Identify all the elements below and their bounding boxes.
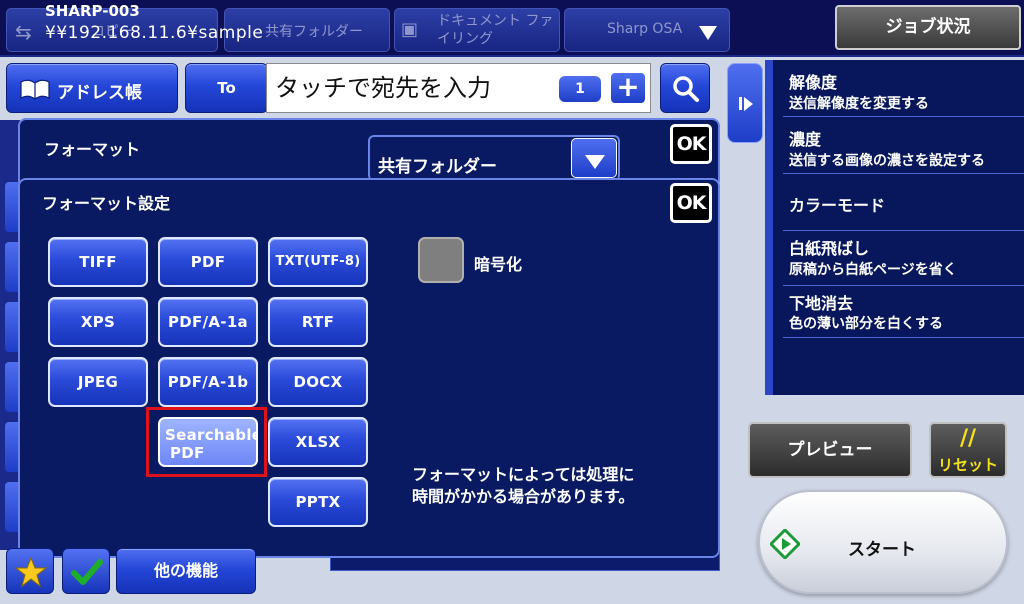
side-item-subtitle: 色の薄い部分を白くする [789,316,943,332]
job-status-button[interactable]: ジョブ状況 [835,5,1021,50]
format-dialog-title: フォーマット [44,140,141,159]
format-tiff-button[interactable]: TIFF [48,237,148,287]
book-icon [20,79,50,100]
search-icon [673,76,699,102]
side-item-title: 白紙飛ばし [789,239,870,258]
checkmark-icon [71,559,103,585]
format-pdfa1a-button[interactable]: PDF/A-1a [158,297,258,347]
format-settings-ok-button[interactable]: OK [670,183,712,223]
background-button [5,182,19,232]
search-button[interactable] [660,63,710,113]
favorites-button[interactable] [6,548,54,594]
tab-sharp-osa-label: Sharp OSA [607,21,683,37]
side-item-color-mode[interactable]: カラーモード [783,174,1024,231]
copy-icon: ⇆ [15,20,32,44]
encrypt-label: 暗号化 [474,255,523,274]
reset-icon: // [959,426,977,451]
side-item-background-removal[interactable]: 下地消去 色の薄い部分を白くする [783,286,1024,338]
reset-button[interactable]: // リセット [929,422,1007,478]
start-label: スタート [848,540,916,560]
background-button [5,422,19,472]
processing-note-line1: フォーマットによっては処理に [412,465,635,484]
format-settings-title: フォーマット設定 [42,194,171,213]
side-item-blank-skip[interactable]: 白紙飛ばし 原稿から白紙ページを省く [783,231,1024,286]
side-item-title: 解像度 [789,73,838,92]
format-txt-button[interactable]: TXT(UTF-8) [268,237,368,287]
format-jpeg-button[interactable]: JPEG [48,357,148,407]
side-item-resolution[interactable]: 解像度 送信解像度を変更する [783,60,1024,117]
tab-document-filing[interactable]: ▣ ドキュメント ファイリング [394,8,560,52]
tab-document-filing-label: ドキュメント ファイリング [437,13,554,47]
background-button [5,482,19,532]
destination-count: 1 [557,74,603,104]
format-docx-button[interactable]: DOCX [268,357,368,407]
address-book-button[interactable]: アドレス帳 [6,63,178,113]
side-item-title: カラーモード [789,196,886,215]
reset-label: リセット [937,456,998,474]
background-left-strip [0,120,20,550]
destination-type-value: 共有フォルダー [378,157,497,177]
top-bar: ⇆ コピー 共有フォルダー ▣ ドキュメント ファイリング Sharp OSA … [0,0,1024,57]
side-panel: 解像度 送信解像度を変更する 濃度 送信する画像の濃さを設定する カラーモード … [765,60,1024,395]
processing-note-line2: 時間がかかる場合があります。 [412,487,635,506]
program-check-button[interactable] [62,548,110,594]
side-item-subtitle: 原稿から白紙ページを省く [789,262,957,278]
format-xlsx-button[interactable]: XLSX [268,417,368,467]
encrypt-checkbox[interactable] [418,237,464,283]
to-button[interactable]: To [185,63,268,113]
side-panel-toggle[interactable] [727,63,763,143]
start-diamond-icon [770,529,800,559]
side-item-subtitle: 送信する画像の濃さを設定する [789,153,985,169]
chevron-down-icon[interactable] [571,138,617,178]
start-button[interactable]: スタート [758,490,1008,594]
side-item-title: 濃度 [789,130,822,149]
format-pdfa1b-button[interactable]: PDF/A-1b [158,357,258,407]
address-book-label: アドレス帳 [57,83,142,103]
background-button [5,302,19,352]
destination-type-select[interactable]: 共有フォルダー [368,135,620,181]
collapse-bar-icon [739,97,742,110]
play-arrow-icon [744,97,753,111]
format-pdf-button[interactable]: PDF [158,237,258,287]
side-item-title: 下地消去 [789,294,854,313]
processing-note: フォーマットによっては処理に 時間がかかる場合があります。 [412,464,702,508]
format-pptx-button[interactable]: PPTX [268,477,368,527]
device-path: ¥¥192.168.11.6¥sample [45,23,264,43]
format-ok-button[interactable]: OK [670,124,712,164]
add-destination-button[interactable]: + [609,71,647,105]
side-item-density[interactable]: 濃度 送信する画像の濃さを設定する [783,117,1024,174]
other-functions-button[interactable]: 他の機能 [116,548,256,594]
format-xps-button[interactable]: XPS [48,297,148,347]
selection-highlight [146,407,267,477]
background-button [5,362,19,412]
folder-icon: ▣ [401,19,419,40]
format-rtf-button[interactable]: RTF [268,297,368,347]
background-button [5,242,19,292]
device-name: SHARP-003 [45,2,140,20]
chevron-down-icon[interactable] [699,26,717,40]
star-icon [15,556,47,588]
tab-shared-folder-label: 共有フォルダー [265,24,363,40]
preview-button[interactable]: プレビュー [748,422,912,478]
side-item-subtitle: 送信解像度を変更する [789,96,929,112]
